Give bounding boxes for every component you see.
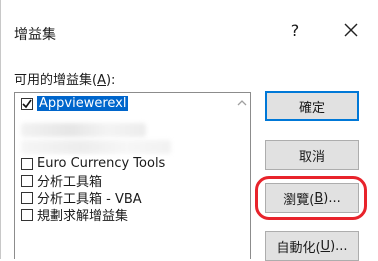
browse-label-hotkey: B	[314, 190, 324, 206]
list-label-suffix: ):	[105, 73, 116, 88]
automation-label-prefix: 自動化(	[276, 240, 321, 256]
checkbox[interactable]	[21, 174, 33, 187]
list-label-prefix: 可用的增益集(	[14, 73, 98, 88]
list-label-hotkey: A	[97, 73, 106, 88]
checkbox[interactable]	[21, 191, 33, 204]
dialog-border	[0, 0, 1, 259]
add-ins-listbox[interactable]: Appviewerexl Euro Currency Tools 分析工具箱 分…	[14, 92, 251, 259]
list-item-solver-add-in[interactable]: 規劃求解增益集	[21, 206, 129, 224]
dialog-title: 增益集	[14, 27, 56, 43]
checkbox[interactable]	[21, 97, 33, 110]
checkmark-icon	[22, 99, 32, 108]
scroll-up-arrow-icon[interactable]	[236, 99, 248, 107]
browse-label-suffix: )...	[323, 190, 341, 206]
close-icon	[344, 23, 358, 37]
browse-label-prefix: 瀏覽(	[283, 192, 315, 208]
available-add-ins-label: 可用的增益集(A):	[14, 69, 115, 88]
obscured-item	[21, 123, 146, 137]
automation-label-hotkey: U	[320, 238, 331, 254]
checkbox[interactable]	[21, 157, 33, 170]
cancel-button[interactable]: 取消	[265, 140, 359, 170]
obscured-item	[21, 140, 171, 154]
browse-button[interactable]: 瀏覽(B)...	[265, 183, 359, 213]
list-item-appviewerexl[interactable]: Appviewerexl	[21, 95, 129, 112]
automation-button[interactable]: 自動化(U)...	[265, 231, 359, 261]
list-item-label: Appviewerexl	[37, 96, 129, 111]
list-item-analysis-toolpak-vba[interactable]: 分析工具箱 - VBA	[21, 189, 142, 207]
list-item-label: 規劃求解增益集	[37, 209, 129, 224]
add-ins-dialog: 增益集 ? 可用的增益集(A): Appviewerexl Euro Curre…	[0, 0, 378, 261]
list-item-euro-currency-tools[interactable]: Euro Currency Tools	[21, 155, 165, 172]
ok-button[interactable]: 確定	[265, 91, 359, 121]
automation-label-suffix: )...	[330, 238, 348, 254]
list-item-analysis-toolpak[interactable]: 分析工具箱	[21, 172, 102, 190]
help-button[interactable]: ?	[285, 21, 305, 41]
checkbox[interactable]	[21, 208, 33, 221]
list-scrollbar[interactable]	[234, 93, 250, 259]
close-button[interactable]	[341, 20, 361, 40]
list-item-label: Euro Currency Tools	[37, 156, 166, 171]
